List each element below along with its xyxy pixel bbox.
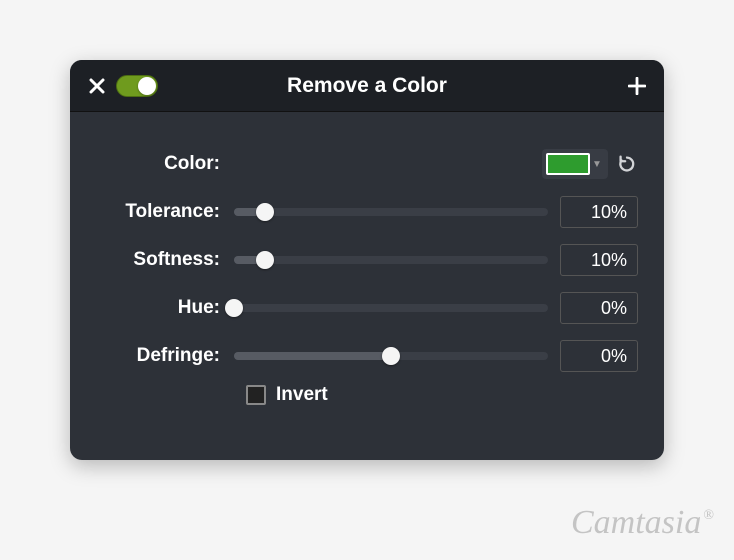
- toggle-knob: [138, 77, 156, 95]
- color-control: ▼: [542, 149, 638, 179]
- defringe-value[interactable]: 0%: [560, 340, 638, 372]
- close-icon[interactable]: [84, 73, 110, 99]
- tolerance-value[interactable]: 10%: [560, 196, 638, 228]
- hue-label: Hue:: [96, 297, 226, 319]
- slider-thumb: [256, 251, 274, 269]
- panel-header: Remove a Color: [70, 60, 664, 112]
- invert-label: Invert: [276, 384, 328, 406]
- watermark: Camtasia ®: [571, 504, 714, 542]
- panel-title: Remove a Color: [70, 74, 664, 98]
- slider-thumb: [256, 203, 274, 221]
- registered-icon: ®: [703, 508, 714, 524]
- slider-thumb: [382, 347, 400, 365]
- softness-row: Softness: 10%: [96, 236, 638, 284]
- tolerance-row: Tolerance: 10%: [96, 188, 638, 236]
- invert-row: Invert: [96, 384, 638, 406]
- slider-thumb: [225, 299, 243, 317]
- invert-checkbox[interactable]: [246, 385, 266, 405]
- add-icon[interactable]: [624, 73, 650, 99]
- color-picker-button[interactable]: ▼: [542, 149, 608, 179]
- softness-slider[interactable]: [234, 256, 548, 264]
- defringe-slider[interactable]: [234, 352, 548, 360]
- hue-slider[interactable]: [234, 304, 548, 312]
- watermark-text: Camtasia: [571, 504, 701, 542]
- chevron-down-icon: ▼: [590, 159, 604, 170]
- color-row: Color: ▼: [96, 140, 638, 188]
- softness-label: Softness:: [96, 249, 226, 271]
- effect-panel: Remove a Color Color: ▼ Tolerance:: [70, 60, 664, 460]
- color-swatch: [546, 153, 590, 175]
- hue-value[interactable]: 0%: [560, 292, 638, 324]
- defringe-label: Defringe:: [96, 345, 226, 367]
- reset-icon[interactable]: [616, 153, 638, 175]
- hue-row: Hue: 0%: [96, 284, 638, 332]
- tolerance-label: Tolerance:: [96, 201, 226, 223]
- color-label: Color:: [96, 153, 226, 175]
- softness-value[interactable]: 10%: [560, 244, 638, 276]
- slider-wrap: [226, 208, 560, 216]
- slider-wrap: [226, 256, 560, 264]
- slider-wrap: [226, 352, 560, 360]
- slider-wrap: [226, 304, 560, 312]
- defringe-row: Defringe: 0%: [96, 332, 638, 380]
- panel-body: Color: ▼ Tolerance: 10%: [70, 112, 664, 426]
- slider-fill: [234, 352, 391, 360]
- tolerance-slider[interactable]: [234, 208, 548, 216]
- effect-toggle[interactable]: [116, 75, 158, 97]
